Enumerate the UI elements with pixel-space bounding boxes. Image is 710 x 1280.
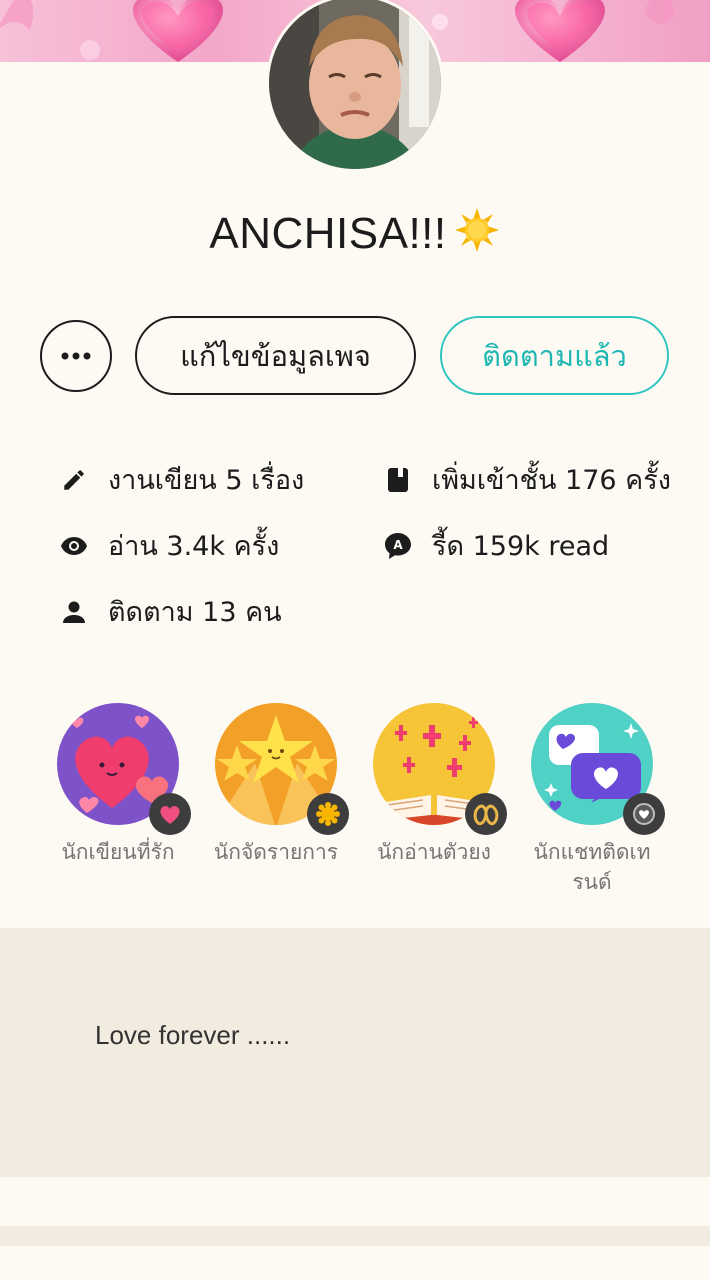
edit-page-button[interactable]: แก้ไขข้อมูลเพจ xyxy=(135,316,416,395)
stat-works: งานเขียน 5 เรื่อง xyxy=(60,458,304,501)
sun-emoji-icon xyxy=(454,208,499,252)
stat-readers-text: รี้ด 159k read xyxy=(432,531,610,562)
more-options-button[interactable] xyxy=(40,320,112,392)
badge-avid-reader[interactable]: นักอ่านตัวยง xyxy=(359,703,509,867)
badge-label: นักเขียนที่รัก xyxy=(61,840,175,864)
eye-icon xyxy=(60,532,88,560)
badge-label: นักจัดรายการ xyxy=(213,840,339,864)
person-icon xyxy=(60,598,88,626)
stat-reads: อ่าน 3.4k ครั้ง xyxy=(60,524,279,567)
stat-reads-text: อ่าน 3.4k ครั้ง xyxy=(108,531,280,562)
bio-text: Love forever ...... xyxy=(95,1020,291,1050)
section-divider xyxy=(0,1226,710,1246)
profile-avatar[interactable] xyxy=(266,0,444,172)
star-mini-icon xyxy=(307,793,349,835)
stat-works-text: งานเขียน 5 เรื่อง xyxy=(108,465,305,496)
stat-following: ติดตาม 13 คน xyxy=(60,590,282,633)
badge-label: นักแชทติดเทรนด์ xyxy=(533,840,651,894)
badge-curator[interactable]: นักจัดรายการ xyxy=(201,703,351,867)
book-icon xyxy=(384,466,412,494)
pretzel-mini-icon xyxy=(465,793,507,835)
profile-name-text: ANCHISA!!! xyxy=(209,209,447,258)
reader-bubble-icon: A xyxy=(384,532,412,560)
profile-name: ANCHISA!!! xyxy=(0,206,710,259)
following-button[interactable]: ติดตามแล้ว xyxy=(440,316,669,395)
pencil-icon xyxy=(60,466,88,494)
svg-text:A: A xyxy=(393,538,403,552)
stat-shelf-text: เพิ่มเข้าชั้น 176 ครั้ง xyxy=(432,465,671,496)
more-dots-icon xyxy=(61,352,91,360)
bio-section: Love forever ...... xyxy=(0,928,710,1177)
avatar-photo xyxy=(269,0,441,169)
badge-trending-chatter[interactable]: นักแชทติดเทรนด์ xyxy=(517,703,667,897)
badge-beloved-writer[interactable]: นักเขียนที่รัก xyxy=(43,703,193,867)
heart-mini-icon xyxy=(149,793,191,835)
badge-label: นักอ่านตัวยง xyxy=(377,840,491,864)
stat-following-text: ติดตาม 13 คน xyxy=(108,597,282,628)
stat-readers: A รี้ด 159k read xyxy=(384,524,609,567)
stat-shelf: เพิ่มเข้าชั้น 176 ครั้ง xyxy=(384,458,671,501)
chat-mini-icon xyxy=(623,793,665,835)
